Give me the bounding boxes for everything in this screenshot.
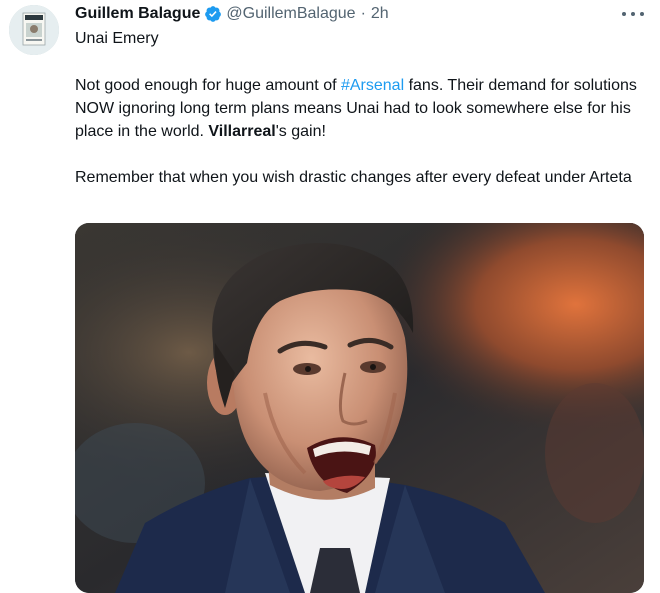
bold-text: Villarreal	[208, 123, 276, 140]
more-dot	[631, 12, 635, 16]
more-options-icon[interactable]	[622, 6, 644, 22]
tweet-header: Guillem Balague @GuillemBalague · 2h	[75, 3, 389, 25]
tweet[interactable]: Guillem Balague @GuillemBalague · 2h Una…	[0, 0, 660, 593]
timestamp[interactable]: 2h	[371, 5, 389, 23]
more-dot	[640, 12, 644, 16]
hashtag-link[interactable]: #Arsenal	[341, 77, 404, 94]
tweet-paragraph-1: Not good enough for huge amount of #Arse…	[75, 74, 645, 143]
separator-dot: ·	[360, 5, 366, 22]
text-segment: 's gain!	[275, 123, 326, 140]
verified-badge-icon	[205, 6, 222, 22]
avatar-image	[9, 5, 59, 55]
more-dot	[622, 12, 626, 16]
author-handle[interactable]: @GuillemBalague	[226, 5, 355, 23]
author-name[interactable]: Guillem Balague	[75, 5, 200, 23]
text-segment: Not good enough for huge amount of	[75, 77, 341, 94]
coach-shouting-photo	[75, 223, 644, 593]
tweet-paragraph-2: Remember that when you wish drastic chan…	[75, 169, 632, 186]
tweet-subject: Unai Emery	[75, 30, 159, 47]
tweet-text: Not good enough for huge amount of #Arse…	[75, 74, 645, 189]
tweet-photo[interactable]	[75, 223, 644, 593]
avatar[interactable]	[9, 5, 59, 55]
